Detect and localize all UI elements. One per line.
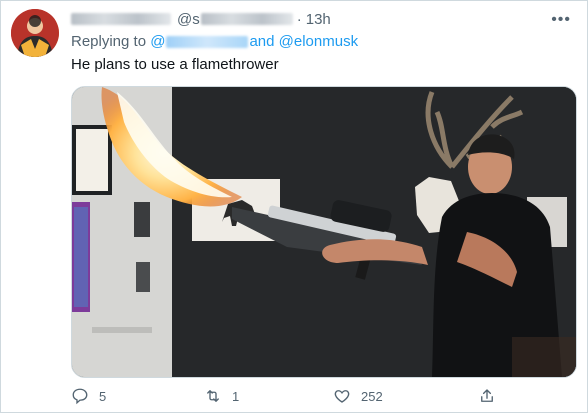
reply-icon xyxy=(72,388,88,405)
avatar[interactable] xyxy=(11,9,59,57)
mention-elonmusk[interactable]: @elonmusk xyxy=(279,33,358,50)
tweet-card[interactable]: @ s · 13h ••• Replying to @ and @elonmus… xyxy=(0,0,588,413)
retweet-count: 1 xyxy=(232,388,240,404)
tweet-actions: 5 1 252 xyxy=(71,387,571,409)
separator: · xyxy=(296,10,302,28)
like-button[interactable]: 252 xyxy=(333,387,383,405)
retweet-icon xyxy=(207,390,219,402)
reply-button[interactable]: 5 xyxy=(71,387,106,405)
like-count: 252 xyxy=(361,388,383,404)
tweet-media-photo[interactable] xyxy=(71,86,577,378)
reply-count: 5 xyxy=(99,388,107,404)
mention-first-prefix[interactable]: @ xyxy=(150,33,165,50)
replying-to-line: Replying to @ and @elonmusk xyxy=(71,33,358,50)
replying-and: and xyxy=(249,33,275,50)
heart-icon xyxy=(334,390,350,403)
tweet-header: @ s · 13h xyxy=(71,10,331,28)
tweet-timestamp[interactable]: 13h xyxy=(306,11,331,28)
author-handle-prefix: @ xyxy=(177,10,193,28)
tweet-text: He plans to use a flamethrower xyxy=(71,56,279,73)
replying-to-label: Replying to xyxy=(71,33,147,50)
more-options-icon[interactable]: ••• xyxy=(551,11,571,29)
share-button[interactable] xyxy=(478,387,506,405)
author-handle-redacted[interactable] xyxy=(200,13,293,25)
share-icon xyxy=(481,389,493,402)
retweet-button[interactable]: 1 xyxy=(204,387,239,405)
mention-first-redacted[interactable] xyxy=(166,35,249,48)
author-name-redacted[interactable] xyxy=(71,13,171,25)
author-handle-fragment: s xyxy=(192,10,200,28)
